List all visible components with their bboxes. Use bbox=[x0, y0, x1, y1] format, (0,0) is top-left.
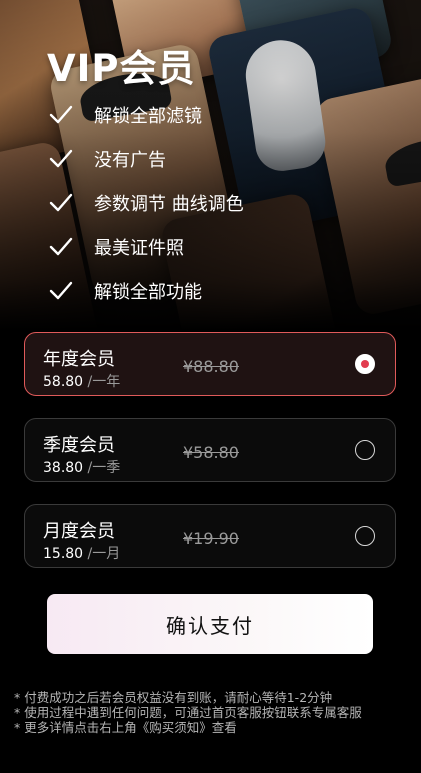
check-icon bbox=[49, 193, 73, 212]
feature-label: 参数调节 曲线调色 bbox=[94, 194, 244, 215]
note-line: * 使用过程中遇到任何问题，可通过首页客服按钮联系专属客服 bbox=[14, 705, 362, 720]
check-icon bbox=[49, 149, 73, 168]
radio-unselected[interactable] bbox=[355, 440, 375, 460]
page-title: VIP会员 bbox=[47, 47, 196, 90]
price-value: 58.80 bbox=[43, 374, 84, 390]
feature-label: 解锁全部滤镜 bbox=[94, 106, 202, 127]
plan-price: 15.80 /一月 bbox=[43, 543, 120, 563]
price-unit: /一年 bbox=[87, 374, 121, 390]
feature-label: 解锁全部功能 bbox=[94, 282, 202, 303]
plan-price: 38.80 /一季 bbox=[43, 457, 120, 477]
feature-item: 没有广告 bbox=[48, 137, 244, 181]
plan-price: 58.80 /一年 bbox=[43, 371, 120, 391]
plan-card-yearly[interactable]: 年度会员 58.80 /一年 ¥88.80 bbox=[24, 332, 396, 396]
feature-item: 最美证件照 bbox=[48, 225, 244, 269]
price-value: 38.80 bbox=[43, 460, 84, 476]
check-icon bbox=[49, 105, 73, 124]
feature-list: 解锁全部滤镜 没有广告 参数调节 曲线调色 最美证件照 解锁全部功能 bbox=[48, 93, 244, 313]
original-price: ¥58.80 bbox=[183, 443, 239, 462]
note-line: * 更多详情点击右上角《购买须知》查看 bbox=[14, 720, 237, 735]
radio-selected[interactable] bbox=[355, 354, 375, 374]
price-value: 15.80 bbox=[43, 546, 84, 562]
note-line: * 付费成功之后若会员权益没有到账，请耐心等待1-2分钟 bbox=[14, 690, 333, 705]
plan-card-quarterly[interactable]: 季度会员 38.80 /一季 ¥58.80 bbox=[24, 418, 396, 482]
feature-item: 解锁全部功能 bbox=[48, 269, 244, 313]
plan-name: 月度会员 bbox=[43, 521, 115, 542]
price-unit: /一季 bbox=[87, 460, 121, 476]
plan-card-monthly[interactable]: 月度会员 15.80 /一月 ¥19.90 bbox=[24, 504, 396, 568]
feature-label: 最美证件照 bbox=[94, 238, 184, 259]
check-icon bbox=[49, 281, 73, 300]
notes: * 付费成功之后若会员权益没有到账，请耐心等待1-2分钟 * 使用过程中遇到任何… bbox=[14, 690, 410, 735]
check-icon bbox=[49, 237, 73, 256]
confirm-pay-button[interactable]: 确认支付 bbox=[47, 594, 373, 654]
feature-label: 没有广告 bbox=[94, 150, 166, 171]
radio-unselected[interactable] bbox=[355, 526, 375, 546]
plan-name: 季度会员 bbox=[43, 435, 115, 456]
original-price: ¥19.90 bbox=[183, 529, 239, 548]
feature-item: 参数调节 曲线调色 bbox=[48, 181, 244, 225]
plan-name: 年度会员 bbox=[43, 349, 115, 370]
feature-item: 解锁全部滤镜 bbox=[48, 93, 244, 137]
original-price: ¥88.80 bbox=[183, 357, 239, 376]
price-unit: /一月 bbox=[87, 546, 121, 562]
